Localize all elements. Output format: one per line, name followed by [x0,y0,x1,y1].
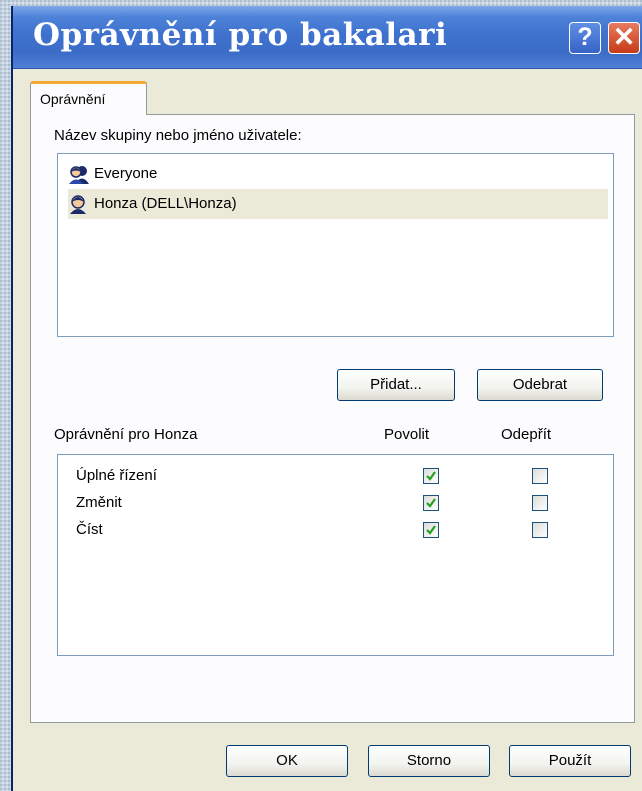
add-button[interactable]: Přidat... [337,369,455,401]
permission-row: Změnit [76,492,606,516]
list-item-label: Honza (DELL\Honza) [94,195,237,212]
tab-label: Oprávnění [40,91,106,107]
allow-column-header: Povolit [384,426,430,443]
users-listbox[interactable]: Everyone Honza (DELL\Honza) [57,153,614,337]
permissions-dialog: Oprávnění pro bakalari ? ✕ Oprávnění Náz… [11,6,642,791]
deny-checkbox[interactable] [532,468,548,484]
deny-column-header: Odepřít [501,426,552,443]
check-icon [426,471,436,481]
permissions-list: Úplné řízení Změnit Číst [57,454,614,656]
apply-button[interactable]: Použít [509,745,631,777]
permissions-header: Oprávnění pro Honza [54,426,198,443]
permission-label: Číst [76,521,103,538]
list-item-label: Everyone [94,165,158,182]
check-icon [426,498,436,508]
user-icon [70,195,86,214]
ok-button[interactable]: OK [226,745,348,777]
tab-permissions[interactable]: Oprávnění [30,81,147,115]
window-title: Oprávnění pro bakalari [33,17,448,53]
permission-label: Změnit [76,494,122,511]
cancel-button[interactable]: Storno [368,745,490,777]
permission-row: Úplné řízení [76,465,606,489]
remove-button[interactable]: Odebrat [477,369,603,401]
tab-panel: Název skupiny nebo jméno uživatele: Ever… [30,114,635,723]
deny-checkbox[interactable] [532,522,548,538]
permission-row: Číst [76,519,606,543]
permission-label: Úplné řízení [76,467,157,484]
users-list-label: Název skupiny nebo jméno uživatele: [54,127,302,144]
list-item-everyone[interactable]: Everyone [68,159,608,189]
list-item-honza[interactable]: Honza (DELL\Honza) [68,189,608,219]
check-icon [426,525,436,535]
help-button[interactable]: ? [569,22,601,54]
deny-checkbox[interactable] [532,495,548,511]
allow-checkbox[interactable] [423,522,439,538]
dialog-body: Oprávnění Název skupiny nebo jméno uživa… [13,69,642,791]
close-button[interactable]: ✕ [608,22,640,54]
allow-checkbox[interactable] [423,495,439,511]
group-icon [69,166,89,184]
allow-checkbox[interactable] [423,468,439,484]
title-bar[interactable]: Oprávnění pro bakalari ? ✕ [13,6,642,69]
